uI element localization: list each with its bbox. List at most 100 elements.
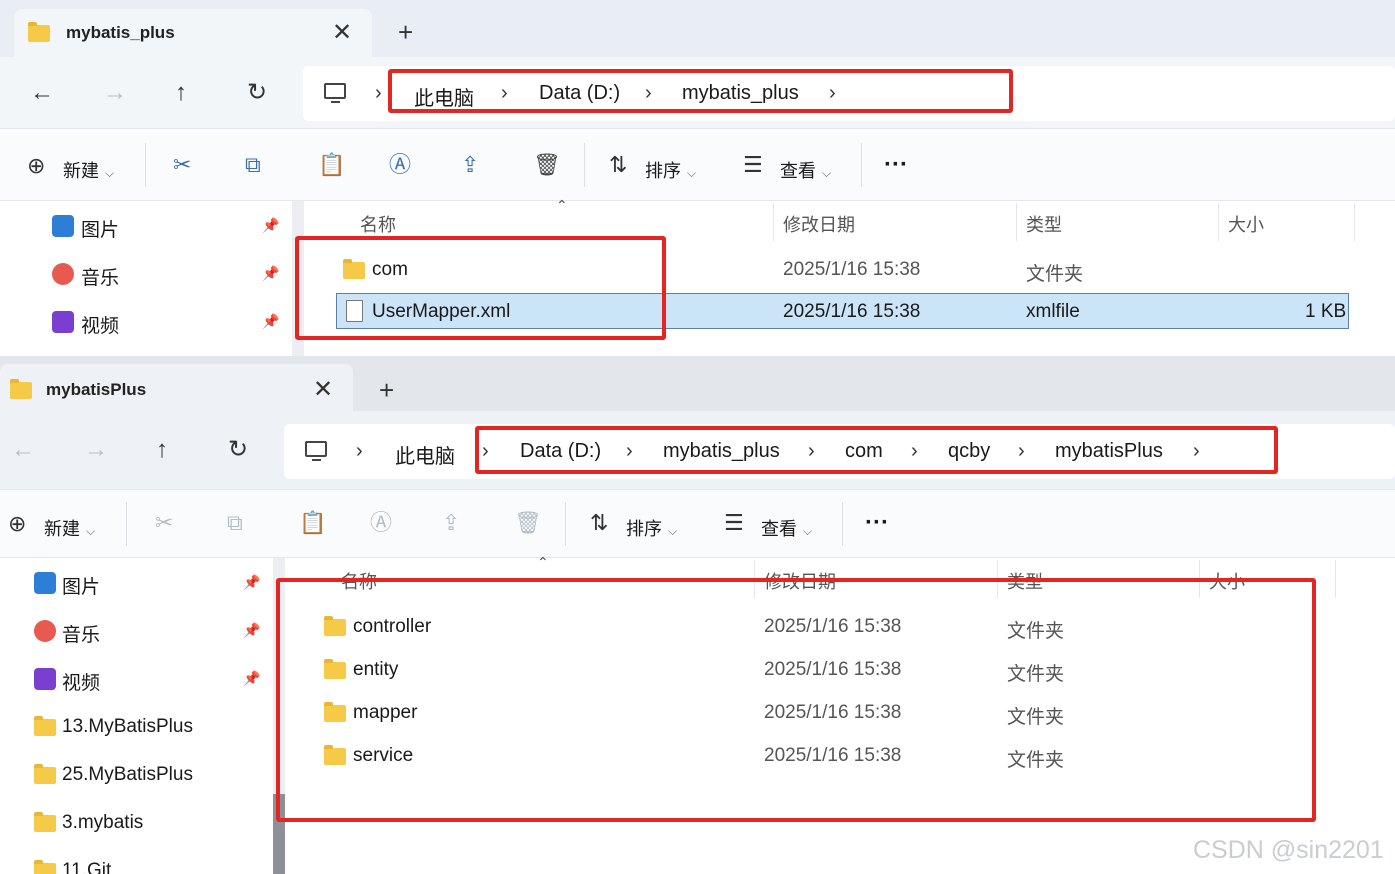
new-button[interactable]: 新建 ⌵ [63, 157, 114, 183]
computer-icon [324, 83, 346, 103]
sidebar: 图片 📌 音乐 📌 视频 📌 [0, 201, 285, 356]
column-type[interactable]: 类型 [1026, 211, 1062, 237]
highlight-box [388, 69, 1013, 113]
music-icon [52, 263, 74, 285]
rename-icon[interactable]: Ⓐ [389, 154, 411, 176]
view-icon: ☰ [724, 510, 744, 535]
tab-mybatisplus[interactable]: mybatisPlus ✕ [0, 364, 353, 411]
new-tab-button[interactable]: + [398, 19, 413, 45]
sidebar-item-pictures[interactable]: 图片 [81, 215, 119, 242]
back-button[interactable]: ← [30, 81, 54, 105]
copy-icon[interactable]: ⧉ [227, 512, 243, 534]
pin-icon: 📌 [262, 313, 280, 329]
cut-icon[interactable]: ✂ [173, 154, 191, 176]
sidebar-item-pictures[interactable]: 图片 [62, 572, 100, 599]
sidebar-item-videos[interactable]: 视频 [62, 668, 100, 695]
plus-circle-icon: ⊕ [27, 153, 46, 178]
file-list: ⌃ 名称 修改日期 类型 大小 com 2025/1/16 15:38 文件夹 … [295, 197, 1395, 356]
divider [861, 143, 862, 187]
tab-mybatis-plus[interactable]: mybatis_plus ✕ [14, 9, 372, 57]
more-button[interactable]: ··· [884, 151, 908, 179]
file-type: xmlfile [1026, 301, 1080, 322]
folder-icon [28, 22, 50, 42]
explorer-window-1: mybatis_plus ✕ + ← → ↑ ↻ › 此电脑 › Data (D… [0, 0, 1395, 356]
file-size: 1 KB [1305, 301, 1347, 322]
sort-icon: ⇅ [609, 152, 628, 177]
view-button[interactable]: 查看 ⌵ [780, 157, 831, 183]
forward-button[interactable]: → [84, 438, 108, 462]
folder-icon [10, 379, 32, 399]
forward-button[interactable]: → [103, 81, 127, 105]
breadcrumb-separator: › [375, 82, 382, 104]
explorer-window-2: mybatisPlus ✕ + ← → ↑ ↻ › 此电脑 › Data (D:… [0, 356, 1395, 874]
breadcrumb-separator: › [356, 440, 363, 462]
delete-icon[interactable]: 🗑 [514, 512, 542, 534]
tab-bar: mybatisPlus ✕ + [0, 356, 1395, 411]
highlight-box [475, 426, 1278, 474]
file-date: 2025/1/16 15:38 [783, 301, 921, 322]
command-bar: ⊕ 新建 ⌵ ✂ ⧉ 📋 Ⓐ ⇪ 🗑 ⇅ 排序 ⌵ ☰ 查看 ⌵ ··· [0, 490, 1395, 558]
divider [126, 502, 127, 546]
column-size[interactable]: 大小 [1228, 211, 1264, 237]
breadcrumb-this-pc[interactable]: 此电脑 [395, 440, 455, 469]
navigation-bar: ← → ↑ ↻ › 此电脑 › Data (D:) › mybatis_plus… [0, 57, 1395, 129]
more-button[interactable]: ··· [865, 509, 889, 537]
view-icon: ☰ [743, 152, 763, 177]
pin-icon: 📌 [262, 265, 280, 281]
close-icon[interactable]: ✕ [332, 21, 352, 45]
sort-button[interactable]: 排序 ⌵ [645, 157, 696, 183]
delete-icon[interactable]: 🗑 [533, 154, 561, 176]
rename-icon[interactable]: Ⓐ [370, 512, 392, 534]
computer-icon [305, 441, 327, 461]
sort-button[interactable]: 排序 ⌵ [626, 515, 677, 541]
divider [773, 203, 774, 241]
folder-icon [34, 716, 56, 736]
new-tab-button[interactable]: + [379, 377, 394, 403]
column-date[interactable]: 修改日期 [783, 211, 855, 237]
copy-icon[interactable]: ⧉ [245, 154, 261, 176]
share-icon[interactable]: ⇪ [442, 512, 460, 534]
video-icon [52, 311, 74, 333]
paste-icon[interactable]: 📋 [299, 512, 326, 534]
sort-icon: ⇅ [590, 510, 609, 535]
cut-icon[interactable]: ✂ [155, 512, 173, 534]
divider [584, 143, 585, 187]
divider [1218, 203, 1219, 241]
file-date: 2025/1/16 15:38 [783, 259, 921, 280]
share-icon[interactable]: ⇪ [461, 154, 479, 176]
view-button[interactable]: 查看 ⌵ [761, 515, 812, 541]
sidebar-item-videos[interactable]: 视频 [81, 311, 119, 338]
column-name[interactable]: 名称 [360, 211, 396, 237]
sidebar-item-folder[interactable]: 11.Git [62, 860, 111, 874]
up-button[interactable]: ↑ [156, 438, 168, 462]
highlight-box [276, 578, 1316, 822]
sidebar-item-folder[interactable]: 3.mybatis [62, 812, 143, 834]
divider [842, 502, 843, 546]
file-list: ⌃ 名称 修改日期 类型 大小 controller 2025/1/16 15:… [276, 554, 1395, 874]
tab-title: mybatis_plus [66, 23, 175, 42]
refresh-button[interactable]: ↻ [228, 438, 248, 462]
divider [1354, 203, 1355, 241]
file-type: 文件夹 [1026, 264, 1084, 285]
sidebar: 图片 📌 音乐 📌 视频 📌 13.MyBatisPlus 25.MyBatis… [0, 558, 266, 874]
divider [1016, 203, 1017, 241]
sidebar-item-music[interactable]: 音乐 [81, 263, 119, 290]
sidebar-item-folder[interactable]: 13.MyBatisPlus [62, 716, 193, 738]
plus-circle-icon: ⊕ [8, 511, 27, 536]
watermark: CSDN @sin2201 [1193, 836, 1384, 864]
close-icon[interactable]: ✕ [313, 378, 333, 402]
command-bar: ⊕ 新建 ⌵ ✂ ⧉ 📋 Ⓐ ⇪ 🗑 ⇅ 排序 ⌵ ☰ 查看 ⌵ ··· [0, 129, 1395, 201]
paste-icon[interactable]: 📋 [318, 154, 345, 176]
pin-icon: 📌 [243, 622, 261, 638]
music-icon [34, 620, 56, 642]
back-button[interactable]: ← [11, 438, 35, 462]
refresh-button[interactable]: ↻ [247, 81, 267, 105]
sidebar-item-folder[interactable]: 25.MyBatisPlus [62, 764, 193, 786]
new-button[interactable]: 新建 ⌵ [44, 515, 95, 541]
pictures-icon [34, 572, 56, 594]
pin-icon: 📌 [262, 217, 280, 233]
sidebar-item-music[interactable]: 音乐 [62, 620, 100, 647]
divider [565, 502, 566, 546]
divider [1335, 560, 1336, 598]
up-button[interactable]: ↑ [175, 81, 187, 105]
